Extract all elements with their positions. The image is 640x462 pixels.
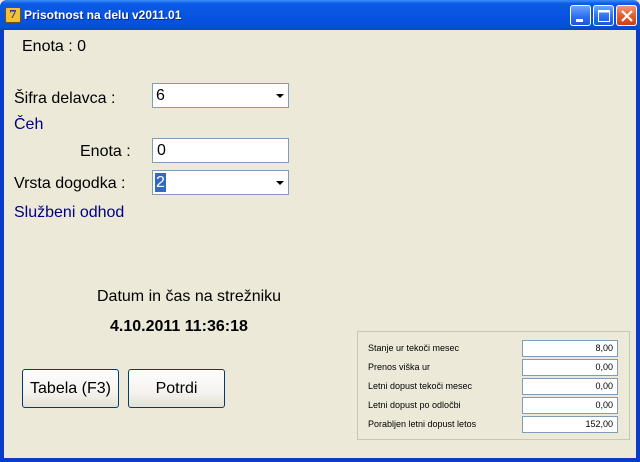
potrdi-button[interactable]: Potrdi (128, 369, 225, 408)
minimize-button[interactable] (570, 5, 591, 26)
stats-row: Stanje ur tekoči mesec 8,00 (358, 340, 629, 359)
enota-field[interactable]: 0 (152, 138, 289, 163)
stats-label: Prenos viška ur (368, 362, 431, 372)
close-button[interactable] (616, 5, 637, 26)
stats-label: Letni dopust po odločbi (368, 400, 461, 410)
stats-value: 152,00 (522, 416, 618, 433)
stats-label: Stanje ur tekoči mesec (368, 343, 460, 353)
stats-value: 0,00 (522, 397, 618, 414)
stats-value: 0,00 (522, 359, 618, 376)
stats-row: Letni dopust po odločbi 0,00 (358, 397, 629, 416)
maximize-button[interactable] (593, 5, 614, 26)
server-datetime-caption: Datum in čas na strežniku (97, 288, 282, 305)
chevron-down-icon[interactable] (273, 85, 287, 106)
minimize-icon (576, 19, 583, 22)
maximize-icon (598, 10, 610, 22)
stats-value: 0,00 (522, 378, 618, 395)
close-icon (621, 10, 633, 22)
stats-label: Porabljen letni dopust letos (368, 419, 477, 429)
tabela-button[interactable]: Tabela (F3) (22, 369, 119, 408)
enota-label: Enota : (80, 143, 131, 160)
sifra-delavca-label: Šifra delavca : (14, 90, 116, 107)
stats-panel: Stanje ur tekoči mesec 8,00 Prenos viška… (357, 331, 630, 440)
vrsta-dogodka-combo[interactable]: 2 (152, 170, 289, 195)
client-area: Enota : 0 Šifra delavca : 6 Čeh Enota : … (4, 30, 636, 458)
vrsta-dogodka-label: Vrsta dogodka : (14, 175, 126, 192)
stats-value: 8,00 (522, 340, 618, 357)
app-icon: 7 (5, 7, 21, 23)
title-bar[interactable]: 7 Prisotnost na delu v2011.01 (0, 0, 640, 30)
chevron-down-icon[interactable] (273, 172, 287, 193)
window-title: Prisotnost na delu v2011.01 (24, 8, 182, 22)
event-name: Službeni odhod (14, 204, 125, 221)
stats-label: Letni dopust tekoči mesec (368, 381, 473, 391)
app-window: 7 Prisotnost na delu v2011.01 Enota : 0 … (0, 0, 640, 462)
stats-row: Porabljen letni dopust letos 152,00 (358, 416, 629, 435)
enota-header: Enota : 0 (22, 38, 87, 55)
stats-row: Prenos viška ur 0,00 (358, 359, 629, 378)
server-datetime: 4.10.2011 11:36:18 (110, 318, 248, 335)
stats-row: Letni dopust tekoči mesec 0,00 (358, 378, 629, 397)
enota-field-value: 0 (157, 142, 166, 159)
worker-name: Čeh (14, 116, 44, 133)
vrsta-dogodka-value: 2 (155, 173, 166, 192)
sifra-delavca-value: 6 (156, 87, 165, 104)
sifra-delavca-combo[interactable]: 6 (152, 83, 289, 108)
